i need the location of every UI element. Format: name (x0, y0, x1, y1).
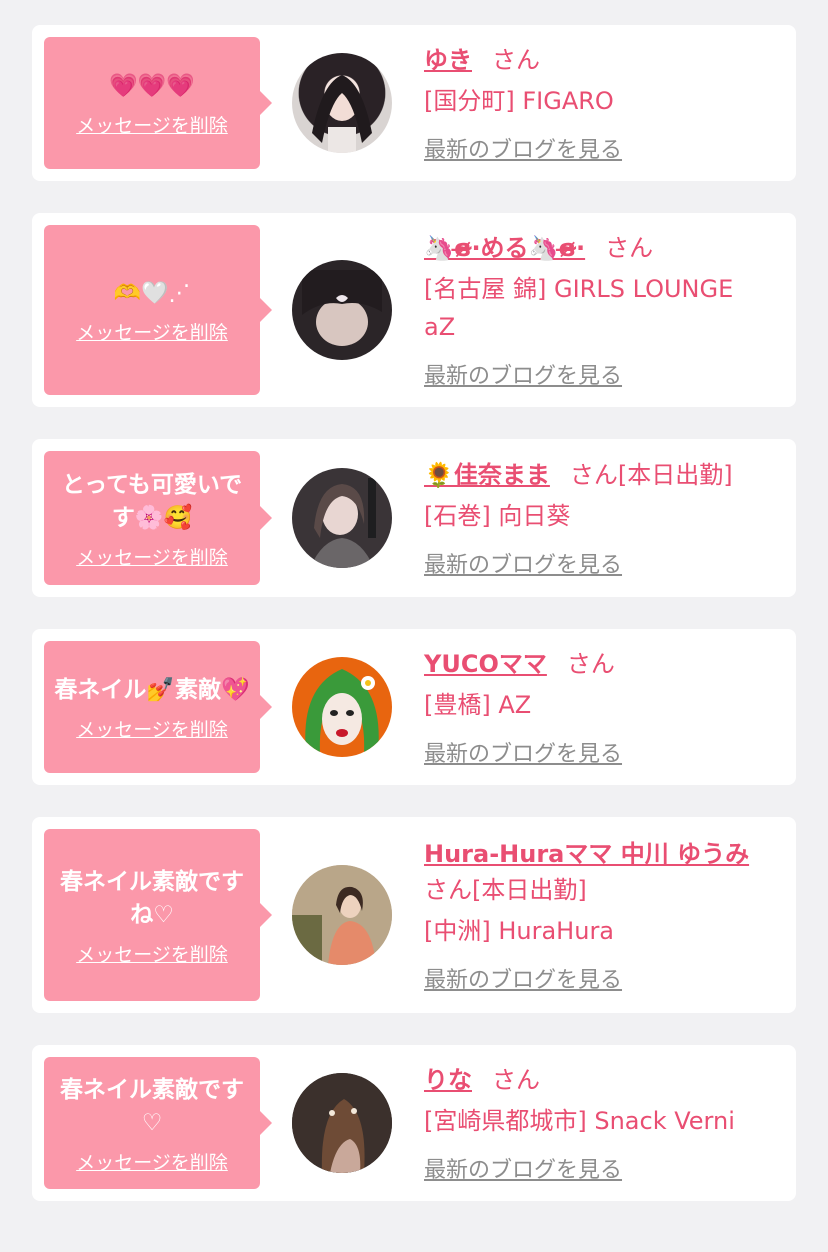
message-text: 🫶🤍⋰ (113, 281, 191, 306)
delete-message-link[interactable]: メッセージを削除 (76, 940, 228, 967)
message-text: 春ネイル素敵です♡ (60, 1076, 244, 1136)
message-card: 春ネイル💅素敵💖 メッセージを削除 YUCOママ さん [豊橋] AZ 最新のブロ… (32, 629, 796, 785)
delete-message-link[interactable]: メッセージを削除 (76, 318, 228, 345)
sender-suffix: さん[本日出勤] (424, 876, 587, 904)
delete-message-link[interactable]: メッセージを削除 (76, 715, 228, 742)
avatar[interactable] (292, 468, 392, 568)
delete-message-link[interactable]: メッセージを削除 (76, 543, 228, 570)
avatar-image (312, 75, 372, 153)
message-text: とっても可愛いです🌸🥰 (61, 471, 243, 531)
message-bubble: 春ネイル素敵ですね♡ メッセージを削除 (44, 829, 272, 1001)
message-list: 💗💗💗 メッセージを削除 ゆき さん [国分町] FIGARO 最新のブログを見る… (32, 25, 796, 1201)
sender-name-link[interactable]: りな (424, 1066, 472, 1094)
latest-blog-link[interactable]: 最新のブログを見る (424, 1152, 622, 1184)
sender-suffix: さん[本日出勤] (569, 461, 733, 489)
sender-name-link[interactable]: Hura-Huraママ 中川 ゆうみ (424, 840, 749, 868)
sender-info: Hura-Huraママ 中川 ゆうみ さん[本日出勤] [中洲] HuraHura… (424, 836, 796, 994)
sender-name-link[interactable]: YUCOママ (424, 650, 547, 678)
message-bubble: 春ネイル素敵です♡ メッセージを削除 (44, 1057, 272, 1189)
message-card: 💗💗💗 メッセージを削除 ゆき さん [国分町] FIGARO 最新のブログを見る (32, 25, 796, 181)
shop-name: [中洲] HuraHura (424, 917, 615, 945)
avatar-image (292, 1073, 392, 1173)
sender-suffix: さん (566, 650, 615, 678)
latest-blog-link[interactable]: 最新のブログを見る (424, 962, 622, 994)
sender-suffix: さん (492, 1066, 540, 1094)
sender-info: 🌻佳奈まま さん[本日出勤] [石巻] 向日葵 最新のブログを見る (424, 457, 796, 579)
sender-suffix: さん (605, 234, 654, 262)
shop-name: [石巻] 向日葵 (424, 502, 571, 530)
sender-name-link[interactable]: 🦄ɞ̴̶̷·める🦄ɞ̴̶̷· (424, 234, 585, 262)
latest-blog-link[interactable]: 最新のブログを見る (424, 547, 622, 579)
avatar[interactable] (292, 260, 392, 360)
avatar[interactable] (292, 53, 392, 153)
message-card: 春ネイル素敵ですね♡ メッセージを削除 Hura-Huraママ 中川 ゆうみ さん… (32, 817, 796, 1013)
shop-name: [国分町] FIGARO (424, 87, 614, 115)
message-bubble: 🫶🤍⋰ メッセージを削除 (44, 225, 272, 395)
shop-name: [豊橋] AZ (424, 691, 532, 719)
message-bubble: 春ネイル💅素敵💖 メッセージを削除 (44, 641, 272, 773)
message-text: 💗💗💗 (109, 73, 195, 99)
avatar-image (310, 478, 376, 568)
avatar-image (302, 270, 382, 346)
message-card: とっても可愛いです🌸🥰 メッセージを削除 🌻佳奈まま さん[本日出勤] [石巻] … (32, 439, 796, 597)
sender-name-link[interactable]: 🌻佳奈まま (424, 461, 550, 489)
sender-suffix: さん (492, 46, 540, 74)
sender-info: 🦄ɞ̴̶̷·める🦄ɞ̴̶̷· さん [名古屋 錦] GIRLS LOUNGE aZ… (424, 230, 796, 390)
sender-info: YUCOママ さん [豊橋] AZ 最新のブログを見る (424, 646, 796, 768)
message-card: 🫶🤍⋰ メッセージを削除 🦄ɞ̴̶̷·める🦄ɞ̴̶̷· さん [名古屋 錦] GI… (32, 213, 796, 407)
delete-message-link[interactable]: メッセージを削除 (76, 1148, 228, 1175)
avatar[interactable] (292, 657, 392, 757)
message-bubble: とっても可愛いです🌸🥰 メッセージを削除 (44, 451, 272, 585)
delete-message-link[interactable]: メッセージを削除 (76, 111, 228, 138)
avatar[interactable] (292, 1073, 392, 1173)
message-text: 春ネイル素敵ですね♡ (60, 868, 244, 928)
message-bubble: 💗💗💗 メッセージを削除 (44, 37, 272, 169)
latest-blog-link[interactable]: 最新のブログを見る (424, 132, 622, 164)
sender-name-link[interactable]: ゆき (424, 46, 472, 74)
avatar[interactable] (292, 865, 392, 965)
shop-name: [名古屋 錦] GIRLS LOUNGE aZ (424, 275, 734, 341)
avatar-image (305, 669, 379, 753)
avatar-image (292, 865, 392, 965)
shop-name: [宮崎県都城市] Snack Verni (424, 1107, 735, 1135)
sender-info: りな さん [宮崎県都城市] Snack Verni 最新のブログを見る (424, 1062, 796, 1184)
latest-blog-link[interactable]: 最新のブログを見る (424, 358, 622, 390)
latest-blog-link[interactable]: 最新のブログを見る (424, 736, 622, 768)
message-text: 春ネイル💅素敵💖 (54, 677, 250, 703)
message-card: 春ネイル素敵です♡ メッセージを削除 りな さん [宮崎県都城市] Snack V… (32, 1045, 796, 1201)
sender-info: ゆき さん [国分町] FIGARO 最新のブログを見る (424, 42, 796, 164)
